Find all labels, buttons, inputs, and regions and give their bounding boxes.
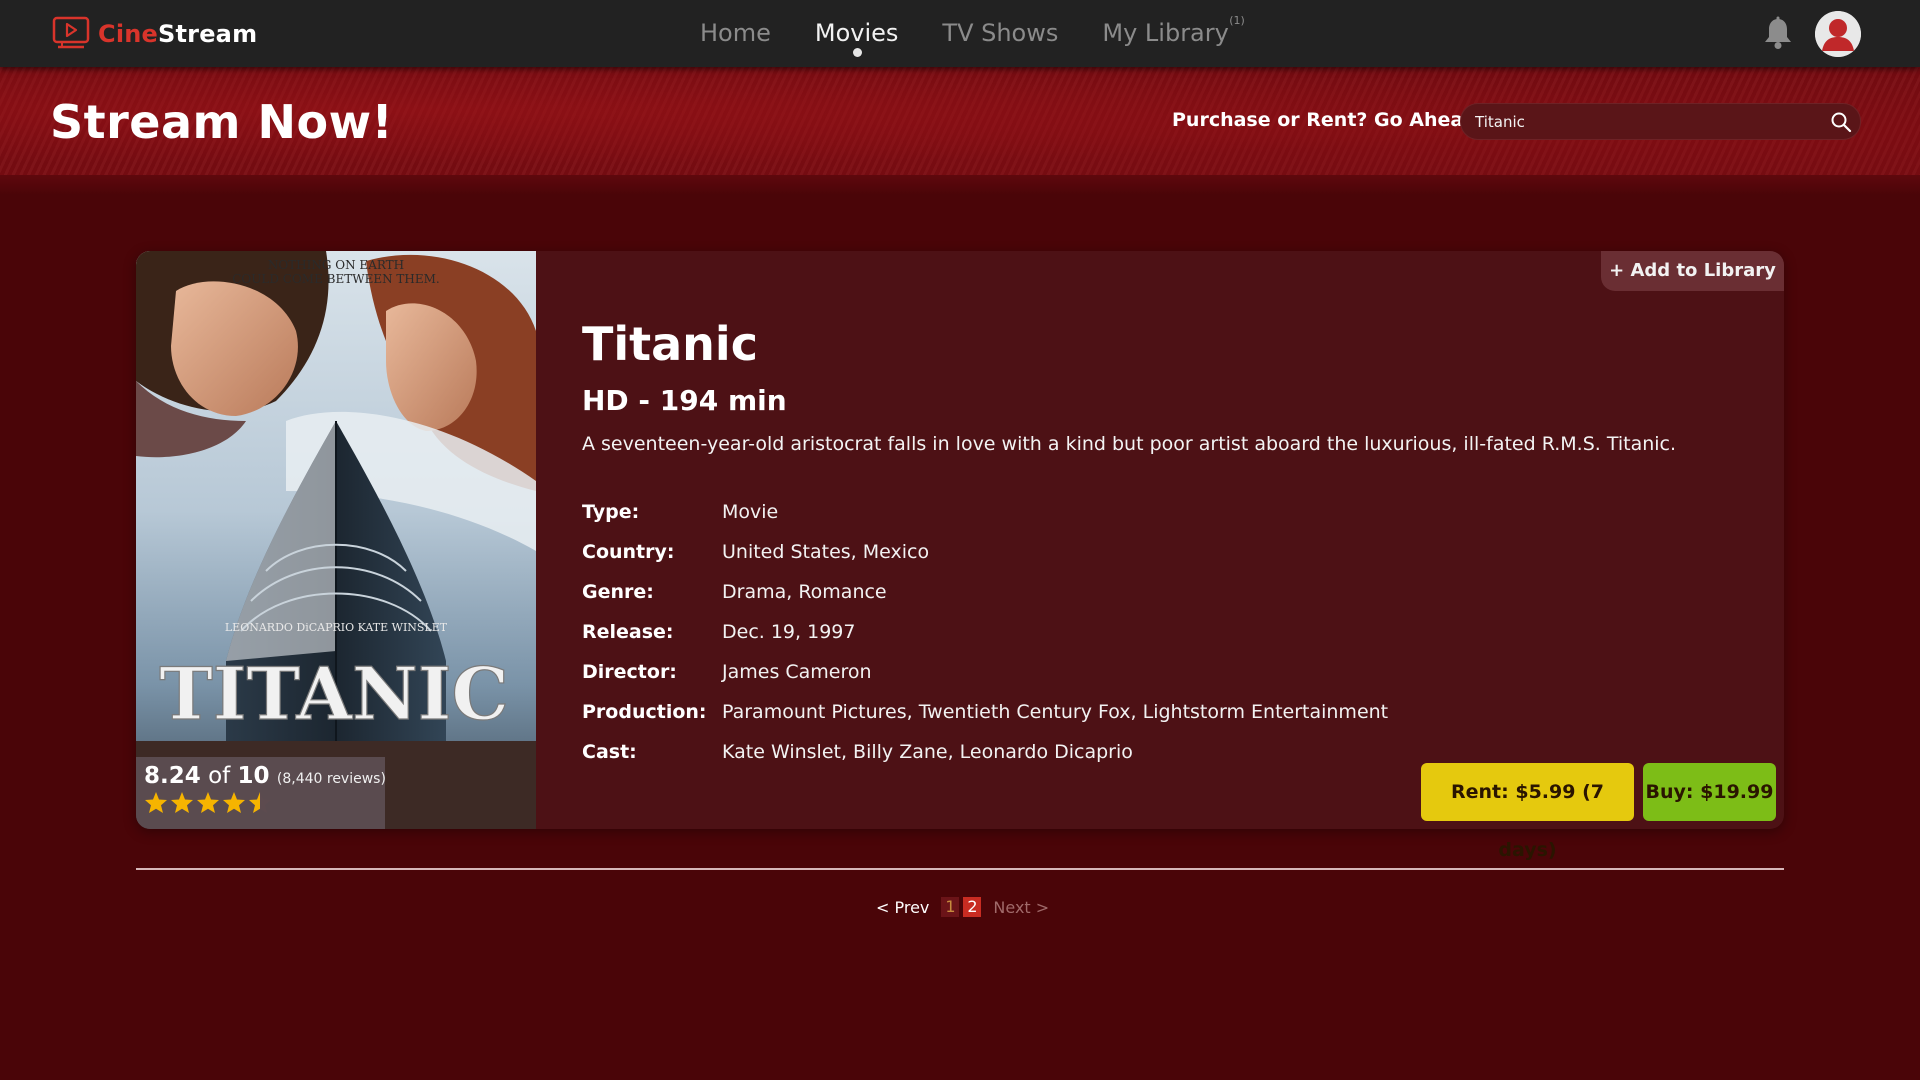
movie-description: A seventeen-year-old aristocrat falls in… xyxy=(582,433,1677,455)
star-icon xyxy=(171,792,193,813)
star-icon xyxy=(223,792,245,813)
nav-movies[interactable]: Movies xyxy=(815,0,898,67)
movie-format-runtime: HD - 194 min xyxy=(582,384,787,417)
rating-overlay: 8.24 of 10 (8,440 reviews) xyxy=(136,757,386,829)
nav-my-library[interactable]: My Library (1) xyxy=(1102,0,1244,67)
star-rating xyxy=(144,791,377,814)
page-title: Stream Now! xyxy=(50,95,394,149)
play-screen-icon xyxy=(52,16,90,49)
brand-logo[interactable]: CineStream xyxy=(52,16,257,52)
poster-tagline-2: COULD COME BETWEEN THEM. xyxy=(232,272,440,286)
search-icon[interactable] xyxy=(1830,111,1852,133)
page-2-link[interactable]: 2 xyxy=(963,897,982,917)
poster-image: NOTHING ON EARTH COULD COME BETWEEN THEM… xyxy=(136,251,536,829)
star-icon xyxy=(249,792,271,813)
library-count-badge: (1) xyxy=(1229,14,1245,27)
poster-title: TITANIC xyxy=(159,651,509,736)
prev-page-link[interactable]: < Prev xyxy=(876,898,929,917)
pagination: < Prev 1 2 Next > xyxy=(876,896,1049,918)
nav-home[interactable]: Home xyxy=(700,0,771,67)
movie-title: Titanic xyxy=(582,317,758,371)
poster-tagline-1: NOTHING ON EARTH xyxy=(268,258,404,272)
rent-button[interactable]: Rent: $5.99 (7 days) xyxy=(1421,763,1634,861)
star-icon xyxy=(145,792,167,813)
poster-actors: LEONARDO DiCAPRIO KATE WINSLET xyxy=(225,621,448,634)
review-count: (8,440 reviews) xyxy=(276,771,386,787)
page-1-link[interactable]: 1 xyxy=(941,897,960,917)
top-navigation-bar: CineStream Home Movies TV Shows My Libra… xyxy=(0,0,1920,67)
hero-banner: Stream Now! Purchase or Rent? Go Ahead. xyxy=(0,67,1920,195)
buy-button[interactable]: Buy: $19.99 xyxy=(1643,763,1776,821)
movie-detail-card: NOTHING ON EARTH COULD COME BETWEEN THEM… xyxy=(136,251,1784,861)
add-to-library-button[interactable]: + Add to Library xyxy=(1601,251,1784,291)
star-icon xyxy=(197,792,219,813)
search-input[interactable] xyxy=(1475,104,1815,139)
search-bar xyxy=(1460,103,1861,140)
next-page-link[interactable]: Next > xyxy=(993,898,1049,917)
main-nav: Home Movies TV Shows My Library (1) xyxy=(700,0,1273,67)
avatar[interactable] xyxy=(1815,11,1861,57)
rating-score: 8.24 of 10 (8,440 reviews) xyxy=(144,763,386,789)
avatar-icon xyxy=(1815,11,1861,57)
bell-icon[interactable] xyxy=(1762,16,1794,50)
search-prompt-label: Purchase or Rent? Go Ahead. xyxy=(1172,109,1485,131)
divider xyxy=(136,868,1784,870)
active-indicator-dot xyxy=(852,48,862,57)
brand-name: CineStream xyxy=(98,20,258,48)
movie-poster[interactable]: NOTHING ON EARTH COULD COME BETWEEN THEM… xyxy=(136,251,536,829)
nav-tv-shows[interactable]: TV Shows xyxy=(942,0,1058,67)
